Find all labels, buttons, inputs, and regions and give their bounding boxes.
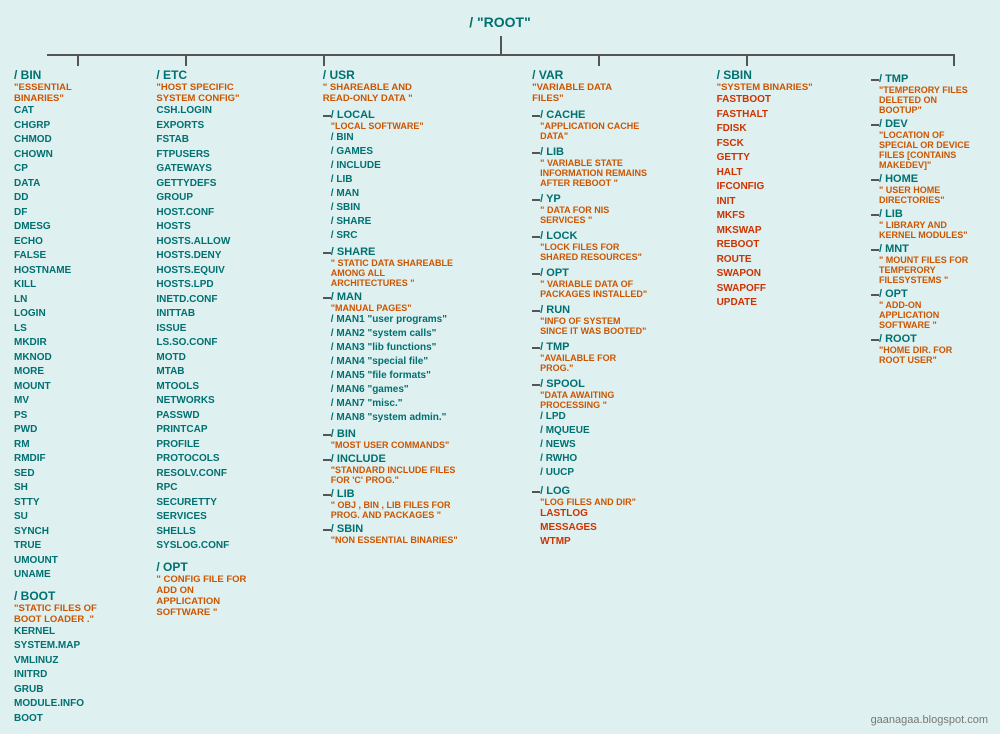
sbin-title: / SBIN <box>717 68 817 82</box>
usr-bin: / BIN "MOST USER COMMANDS" <box>323 428 478 450</box>
etc-opt-section: / OPT " CONFIG FILE FOR ADD ON APPLICATI… <box>156 560 268 618</box>
usr-sbin: / SBIN "NON ESSENTIAL BINARIES" <box>323 523 478 545</box>
etc-section: / ETC "HOST SPECIFIC SYSTEM CONFIG" CSH.… <box>156 68 268 618</box>
etc-title: / ETC <box>156 68 268 82</box>
right-section: / TMP "TEMPERORY FILES DELETED ON BOOTUP… <box>871 68 986 365</box>
usr-bin-title: / BIN <box>331 428 450 440</box>
usr-local: / LOCAL "LOCAL SOFTWARE" / BIN / GAMES /… <box>323 109 478 243</box>
usr-bin-desc: "MOST USER COMMANDS" <box>331 440 450 450</box>
usr-man-desc: "MANUAL PAGES" <box>331 303 447 313</box>
usr-section: / USR " SHAREABLE AND READ-ONLY DATA " /… <box>323 68 478 545</box>
right-root: / ROOT "HOME DIR. FOR ROOT USER" <box>871 333 986 365</box>
etc-subtitle: "HOST SPECIFIC SYSTEM CONFIG" <box>156 82 256 104</box>
var-cache: / CACHE "APPLICATION CACHE DATA" <box>532 109 662 141</box>
usr-include: / INCLUDE "STANDARD INCLUDE FILES FOR 'C… <box>323 453 478 485</box>
usr-man-title: / MAN <box>331 291 447 303</box>
usr-share-desc: " STATIC DATA SHAREABLE AMONG ALL ARCHIT… <box>331 258 461 288</box>
sbin-subtitle: "SYSTEM BINARIES" <box>717 82 817 93</box>
var-log: / LOG "LOG FILES AND DIR" LASTLOG MESSAG… <box>532 485 662 549</box>
boot-title: / BOOT <box>14 589 102 603</box>
etc-opt-title: / OPT <box>156 560 268 574</box>
usr-local-title: / LOCAL <box>331 109 424 121</box>
boot-subtitle: "STATIC FILES OF BOOT LOADER ." <box>14 603 102 625</box>
boot-section: / BOOT "STATIC FILES OF BOOT LOADER ." K… <box>14 589 102 727</box>
var-lock: / LOCK "LOCK FILES FOR SHARED RESOURCES" <box>532 230 662 262</box>
var-title: / VAR <box>532 68 662 82</box>
usr-subtitle: " SHAREABLE AND READ-ONLY DATA " <box>323 82 423 104</box>
var-subtitle: "VARIABLE DATA FILES" <box>532 82 632 104</box>
bin-subtitle: "ESSENTIAL BINARIES" <box>14 82 102 104</box>
bin-title: / BIN <box>14 68 102 82</box>
bin-section: / BIN "ESSENTIAL BINARIES" CAT CHGRP CHM… <box>14 68 102 726</box>
sbin-section: / SBIN "SYSTEM BINARIES" FASTBOOT FASTHA… <box>717 68 817 311</box>
right-opt: / OPT " ADD-ON APPLICATION SOFTWARE " <box>871 288 986 330</box>
var-run: / RUN "INFO OF SYSTEM SINCE IT WAS BOOTE… <box>532 304 662 336</box>
usr-sbin-title: / SBIN <box>331 523 458 535</box>
right-tmp: / TMP "TEMPERORY FILES DELETED ON BOOTUP… <box>871 73 986 115</box>
usr-lib-title: / LIB <box>331 488 461 500</box>
usr-sbin-desc: "NON ESSENTIAL BINARIES" <box>331 535 458 545</box>
usr-include-title: / INCLUDE <box>331 453 461 465</box>
usr-lib: / LIB " OBJ , BIN , LIB FILES FOR PROG. … <box>323 488 478 520</box>
root-title: / "ROOT" <box>469 14 531 30</box>
usr-share: / SHARE " STATIC DATA SHAREABLE AMONG AL… <box>323 246 478 288</box>
usr-share-title: / SHARE <box>331 246 461 258</box>
etc-opt-subtitle: " CONFIG FILE FOR ADD ON APPLICATION SOF… <box>156 574 256 618</box>
usr-local-desc: "LOCAL SOFTWARE" <box>331 121 424 131</box>
right-home: / HOME " USER HOME DIRECTORIES" <box>871 173 986 205</box>
var-lib: / LIB " VARIABLE STATE INFORMATION REMAI… <box>532 146 662 188</box>
usr-include-desc: "STANDARD INCLUDE FILES FOR 'C' PROG." <box>331 465 461 485</box>
right-lib: / LIB " LIBRARY AND KERNEL MODULES" <box>871 208 986 240</box>
right-mnt: / MNT " MOUNT FILES FOR TEMPERORY FILESY… <box>871 243 986 285</box>
sbin-files: FASTBOOT FASTHALT FDISK FSCK GETTY HALT … <box>717 93 817 311</box>
var-yp: / YP " DATA FOR NIS SERVICES " <box>532 193 662 225</box>
usr-lib-desc: " OBJ , BIN , LIB FILES FOR PROG. AND PA… <box>331 500 461 520</box>
watermark: gaanagaa.blogspot.com <box>871 714 988 726</box>
bin-files: CAT CHGRP CHMOD CHOWN CP DATA DD DF DMES… <box>14 104 102 583</box>
var-section: / VAR "VARIABLE DATA FILES" / CACHE "APP… <box>532 68 662 549</box>
usr-title: / USR <box>323 68 478 82</box>
var-opt: / OPT " VARIABLE DATA OF PACKAGES INSTAL… <box>532 267 662 299</box>
var-spool: / SPOOL "DATA AWAITING PROCESSING " / LP… <box>532 378 662 480</box>
usr-man: / MAN "MANUAL PAGES" / MAN1 "user progra… <box>323 291 478 425</box>
etc-files: CSH.LOGIN EXPORTS FSTAB FTPUSERS GATEWAY… <box>156 104 268 554</box>
var-tmp: / TMP "AVAILABLE FOR PROG." <box>532 341 662 373</box>
right-dev: / DEV "LOCATION OF SPECIAL OR DEVICE FIL… <box>871 118 986 170</box>
